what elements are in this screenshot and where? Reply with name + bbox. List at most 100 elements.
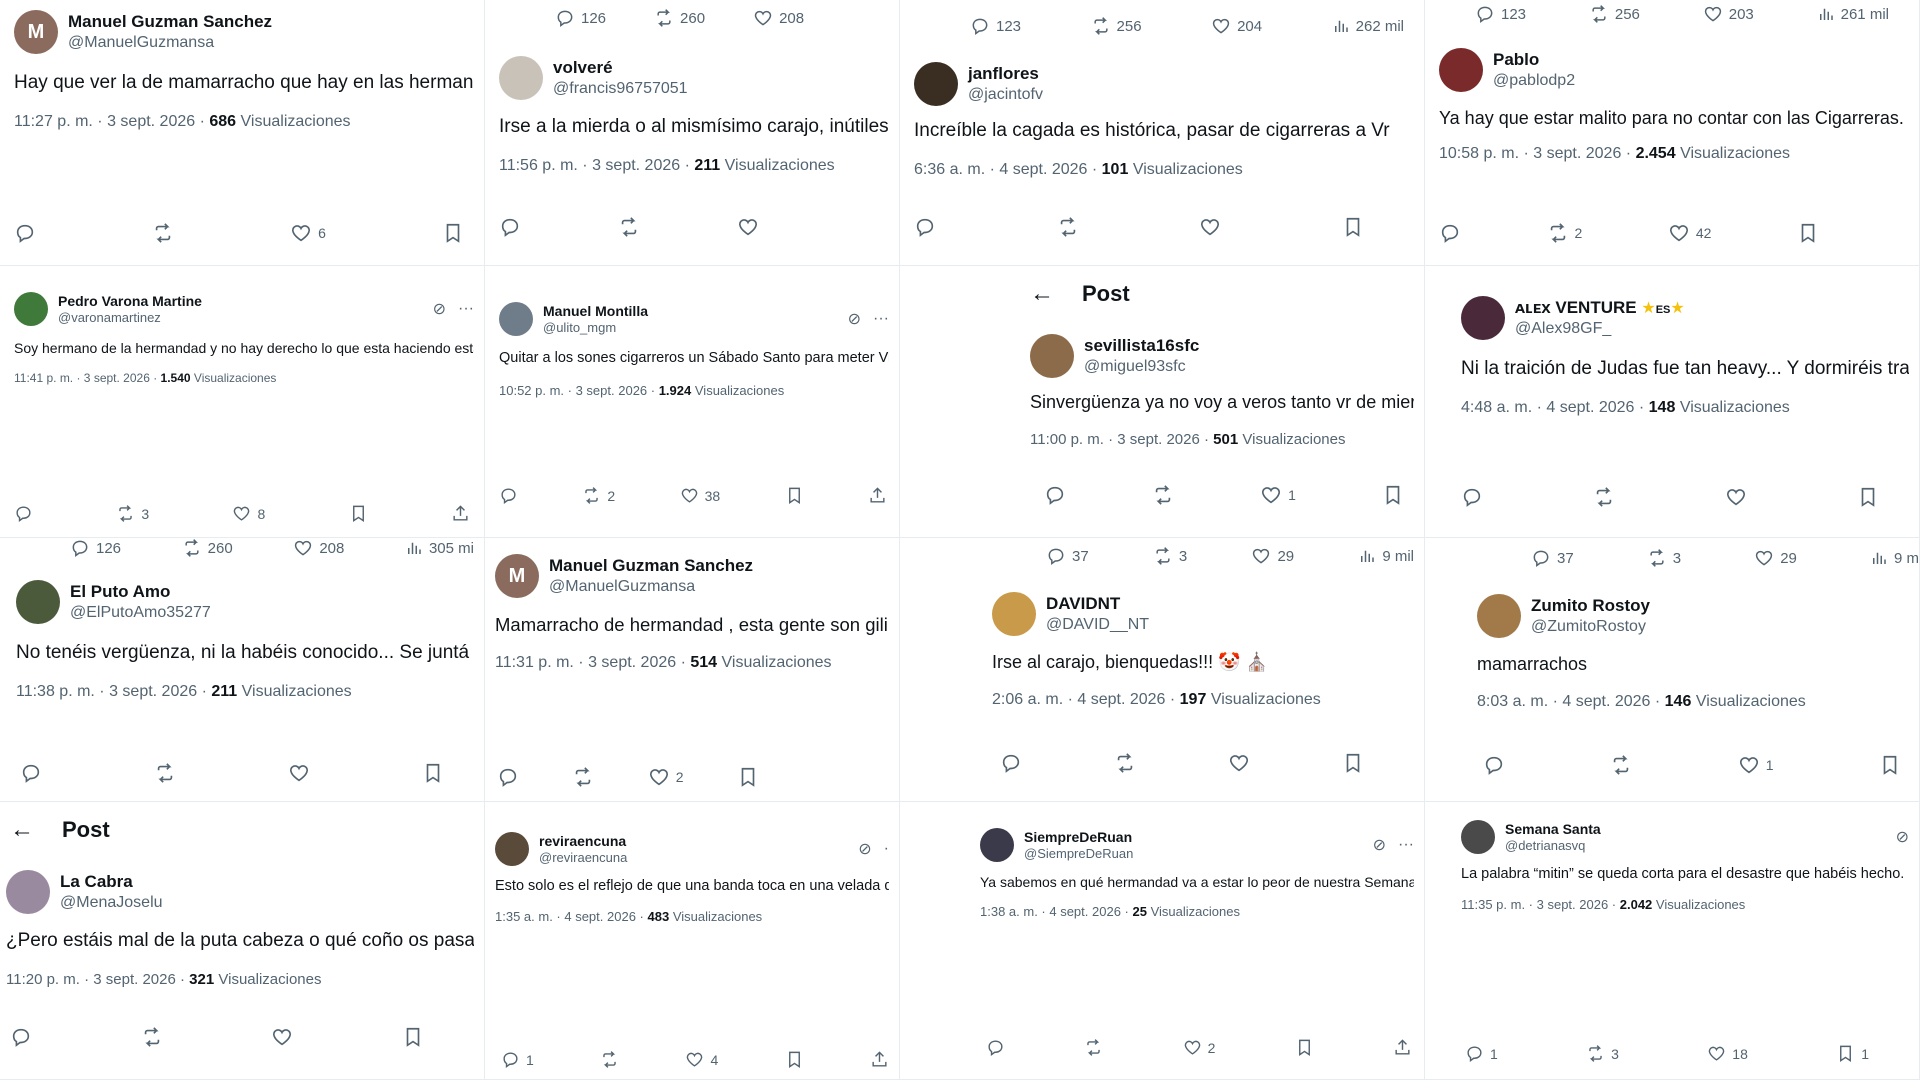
avatar[interactable]: M [495, 554, 539, 598]
avatar[interactable] [499, 302, 533, 336]
grok-icon[interactable]: ⊘ [1896, 827, 1909, 847]
like-button[interactable]: 4 [685, 1050, 718, 1069]
tweet-card[interactable]: Pedro Varona Martine @varonamartinez ⊘ ··… [0, 266, 485, 538]
repost-button[interactable] [1593, 486, 1615, 508]
tweet-card[interactable]: SiempreDeRuan @SiempreDeRuan ⊘ ··· Ya sab… [900, 802, 1425, 1080]
repost-button[interactable] [572, 766, 594, 788]
avatar[interactable] [14, 292, 48, 326]
like-button[interactable]: 1 [1260, 484, 1296, 506]
display-name[interactable]: reviraencuna [539, 833, 848, 850]
avatar[interactable] [992, 592, 1036, 636]
reply-button[interactable] [10, 1026, 32, 1048]
avatar[interactable] [16, 580, 60, 624]
like-button[interactable]: 8 [232, 504, 265, 523]
user-handle[interactable]: @DAVID__NT [1046, 615, 1414, 634]
reply-button[interactable] [1044, 484, 1066, 506]
more-icon[interactable]: · [884, 840, 889, 858]
user-handle[interactable]: @miguel93sfc [1084, 357, 1414, 376]
reply-button[interactable] [499, 216, 521, 238]
reply-button[interactable] [1000, 752, 1022, 774]
user-handle[interactable]: @MenaJoselu [60, 893, 474, 912]
repost-button[interactable]: 2 [582, 486, 615, 505]
user-handle[interactable]: @ElPutoAmo35277 [70, 603, 474, 622]
bookmark-button[interactable] [1797, 222, 1819, 244]
reply-button[interactable] [14, 222, 36, 244]
tweet-card[interactable]: ← Post La Cabra @MenaJoselu ¿Pero estáis… [0, 802, 485, 1080]
grok-icon[interactable]: ⊘ [1373, 835, 1386, 855]
avatar[interactable] [914, 62, 958, 106]
grok-icon[interactable]: ⊘ [433, 299, 446, 319]
bookmark-button[interactable] [785, 1050, 804, 1069]
tweet-card[interactable]: 126 260 208 305 mi El Puto Amo @ElPutoAm… [0, 538, 485, 802]
bookmark-button[interactable] [442, 222, 464, 244]
repost-button[interactable] [154, 762, 176, 784]
tweet-card[interactable]: 37 3 29 9 m Zumito Rostoy @ZumitoRostoy … [1425, 538, 1920, 802]
display-name[interactable]: El Puto Amo [70, 582, 474, 602]
bookmark-button[interactable] [1342, 752, 1364, 774]
user-handle[interactable]: @detrianasvq [1505, 838, 1886, 854]
repost-button[interactable] [141, 1026, 163, 1048]
tweet-card[interactable]: 37 3 29 9 mil DAVIDNT @DAVID__NT Irse al… [900, 538, 1425, 802]
user-handle[interactable]: @pablodp2 [1493, 71, 1909, 90]
reply-button[interactable] [499, 486, 518, 505]
grok-icon[interactable]: ⊘ [858, 839, 871, 859]
tweet-card[interactable]: 123 256 203 261 mil Pablo @pablodp2 Ya h… [1425, 0, 1920, 266]
avatar[interactable] [1461, 296, 1505, 340]
display-name[interactable]: ᴀʟᴇx VENTURE ★ES★ [1515, 298, 1909, 318]
like-button[interactable] [1228, 752, 1250, 774]
repost-button[interactable]: 3 [116, 504, 149, 523]
tweet-card[interactable]: ᴀʟᴇx VENTURE ★ES★ @Alex98GF_ Ni la traic… [1425, 266, 1920, 538]
display-name[interactable]: volveré [553, 58, 889, 78]
reply-button[interactable] [14, 504, 33, 523]
user-handle[interactable]: @reviraencuna [539, 850, 848, 866]
avatar[interactable] [1477, 594, 1521, 638]
reply-button[interactable] [1439, 222, 1461, 244]
like-button[interactable]: 2 [648, 766, 684, 788]
display-name[interactable]: Semana Santa [1505, 821, 1886, 838]
reply-button[interactable]: 1 [1465, 1044, 1498, 1063]
bookmark-button[interactable] [1342, 216, 1364, 238]
user-handle[interactable]: @SiempreDeRuan [1024, 846, 1363, 862]
repost-button[interactable] [1114, 752, 1136, 774]
like-button[interactable] [737, 216, 759, 238]
bookmark-button[interactable] [737, 766, 759, 788]
share-button[interactable] [870, 1050, 889, 1069]
share-button[interactable] [451, 504, 470, 523]
repost-button[interactable] [618, 216, 640, 238]
repost-button[interactable] [1057, 216, 1079, 238]
grok-icon[interactable]: ⊘ [848, 309, 861, 329]
tweet-card[interactable]: reviraencuna @reviraencuna ⊘ · Esto solo … [485, 802, 900, 1080]
like-button[interactable]: 2 [1183, 1038, 1215, 1057]
user-handle[interactable]: @Alex98GF_ [1515, 319, 1909, 338]
display-name[interactable]: La Cabra [60, 872, 474, 892]
repost-button[interactable] [152, 222, 174, 244]
repost-button[interactable] [1084, 1038, 1103, 1057]
tweet-card[interactable]: 126 260 208 volveré @francis96757051 Irs… [485, 0, 900, 266]
like-button[interactable]: 42 [1668, 222, 1711, 244]
repost-button[interactable] [600, 1050, 619, 1069]
back-arrow-icon[interactable]: ← [1030, 280, 1054, 308]
bookmark-button[interactable] [402, 1026, 424, 1048]
user-handle[interactable]: @ManuelGuzmansa [549, 577, 889, 596]
reply-button[interactable] [986, 1038, 1005, 1057]
reply-button[interactable] [1483, 754, 1505, 776]
reply-button[interactable] [20, 762, 42, 784]
avatar[interactable] [1439, 48, 1483, 92]
display-name[interactable]: Pablo [1493, 50, 1909, 70]
bookmark-button[interactable] [1879, 754, 1901, 776]
reply-button[interactable] [914, 216, 936, 238]
like-button[interactable] [1199, 216, 1221, 238]
tweet-card[interactable]: Semana Santa @detrianasvq ⊘ La palabra “… [1425, 802, 1920, 1080]
bookmark-button[interactable] [785, 486, 804, 505]
bookmark-button[interactable] [349, 504, 368, 523]
avatar[interactable] [6, 870, 50, 914]
repost-button[interactable]: 2 [1547, 222, 1582, 244]
tweet-card[interactable]: M Manuel Guzman Sanchez @ManuelGuzmansa … [485, 538, 900, 802]
reply-button[interactable] [1461, 486, 1483, 508]
reply-button[interactable]: 1 [501, 1050, 534, 1069]
share-button[interactable] [868, 486, 887, 505]
tweet-card[interactable]: ← Post sevillista16sfc @miguel93sfc Sinv… [900, 266, 1425, 538]
avatar[interactable] [495, 832, 529, 866]
bookmark-button[interactable] [422, 762, 444, 784]
user-handle[interactable]: @francis96757051 [553, 79, 889, 98]
